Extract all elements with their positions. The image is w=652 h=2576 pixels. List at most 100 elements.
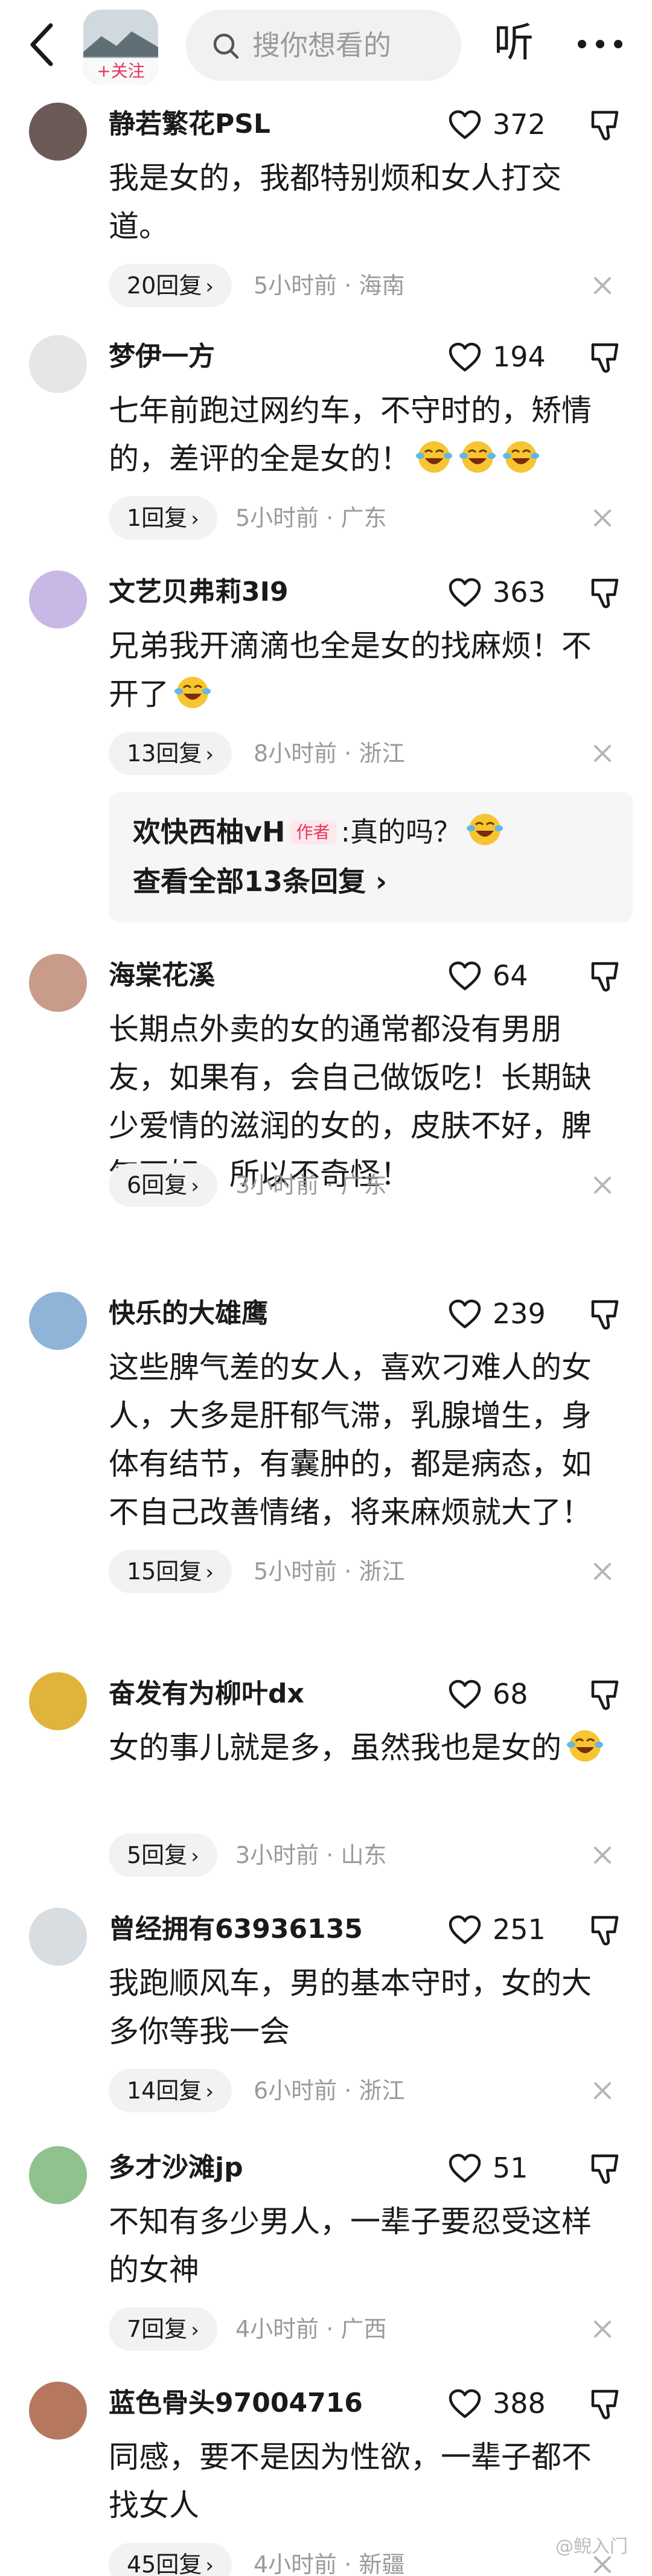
like-icon (449, 2389, 481, 2418)
chevron-right-icon: › (205, 743, 214, 767)
sub-reply-text: :真的吗？ (340, 816, 462, 848)
user-avatar[interactable] (29, 335, 87, 393)
user-avatar[interactable] (29, 1908, 87, 1966)
dislike-button[interactable] (588, 109, 622, 142)
close-icon[interactable] (592, 1844, 613, 1866)
view-all-replies-link[interactable]: 查看全部13条回复 › (133, 862, 387, 901)
close-icon[interactable] (592, 743, 613, 764)
dislike-button[interactable] (588, 577, 622, 610)
comment-meta: 5回复 › 3小时前 · 山东 (109, 1833, 640, 1877)
close-icon[interactable] (592, 1561, 613, 1582)
reply-count-button[interactable]: 45回复 › (109, 2543, 232, 2576)
like-count: 64 (493, 959, 528, 992)
username[interactable]: 多才沙滩jp (109, 2151, 243, 2185)
sub-reply-author[interactable]: 欢快西柚vH (133, 816, 285, 848)
like-count: 239 (493, 1297, 546, 1330)
dislike-button[interactable] (588, 1298, 622, 1332)
like-icon (449, 1299, 481, 1329)
username[interactable]: 文艺贝弗莉3I9 (109, 575, 289, 609)
comment-time-location: 3小时前 · 山东 (235, 1842, 387, 1868)
like-count: 363 (493, 576, 546, 609)
dislike-icon (591, 578, 619, 609)
chevron-right-icon: › (191, 2318, 199, 2342)
dislike-button[interactable] (588, 2388, 622, 2421)
like-icon (449, 110, 481, 139)
comment-text: 女的事儿就是多，虽然我也是女的 (109, 1724, 616, 1772)
like-icon (449, 2153, 481, 2183)
close-icon[interactable] (592, 1174, 613, 1196)
search-bar[interactable]: 搜你想看的 (186, 10, 461, 81)
user-avatar[interactable] (29, 954, 87, 1012)
like-button[interactable]: 68 (448, 1676, 569, 1712)
user-avatar[interactable] (29, 2146, 87, 2204)
chevron-right-icon: › (191, 1844, 199, 1868)
dislike-button[interactable] (588, 341, 622, 375)
dislike-button[interactable] (588, 2152, 622, 2186)
like-button[interactable]: 194 (448, 339, 569, 375)
like-count: 68 (493, 1678, 528, 1710)
dislike-button[interactable] (588, 1914, 622, 1948)
author-tag: 作者 (290, 820, 336, 845)
like-button[interactable]: 239 (448, 1296, 569, 1332)
reply-count-button[interactable]: 6回复 › (109, 1163, 217, 1207)
like-count: 251 (493, 1913, 546, 1946)
reply-count-button[interactable]: 1回复 › (109, 496, 217, 540)
username[interactable]: 梦伊一方 (109, 340, 215, 374)
username[interactable]: 海棠花溪 (109, 959, 215, 992)
comment-time-location: 5小时前 · 浙江 (254, 1558, 405, 1585)
close-icon[interactable] (592, 275, 613, 296)
user-avatar[interactable] (29, 1292, 87, 1350)
like-button[interactable]: 363 (448, 574, 569, 610)
close-icon[interactable] (592, 2318, 613, 2340)
dislike-icon (591, 1680, 619, 1710)
comment-meta: 6回复 › 3小时前 · 广东 (109, 1163, 640, 1207)
follow-button[interactable]: +关注 (83, 58, 158, 85)
dislike-icon (591, 2154, 619, 2184)
comment-meta: 7回复 › 4小时前 · 广西 (109, 2307, 640, 2351)
username[interactable]: 奋发有为柳叶dx (109, 1677, 304, 1711)
like-button[interactable]: 251 (448, 1911, 569, 1948)
reply-count-button[interactable]: 20回复 › (109, 264, 232, 307)
like-count: 194 (493, 340, 546, 373)
username[interactable]: 蓝色骨头97004716 (109, 2386, 363, 2420)
chevron-right-icon: › (205, 1561, 214, 1585)
user-avatar[interactable] (29, 2382, 87, 2440)
dislike-button[interactable] (588, 960, 622, 994)
more-button[interactable] (570, 23, 630, 65)
laugh-cry-emoji-icon (503, 441, 539, 473)
sub-reply-box[interactable]: 欢快西柚vH 作者:真的吗？ 查看全部13条回复 › (109, 792, 633, 922)
user-avatar[interactable] (29, 1672, 87, 1730)
like-button[interactable]: 372 (448, 106, 569, 142)
sub-reply-line: 欢快西柚vH 作者:真的吗？ (133, 810, 505, 851)
like-count: 388 (493, 2387, 546, 2420)
reply-count-button[interactable]: 14回复 › (109, 2069, 232, 2112)
close-icon[interactable] (592, 2080, 613, 2101)
comment-meta: 13回复 › 8小时前 · 浙江 (109, 732, 640, 775)
comment-text: 这些脾气差的女人，喜欢刁难人的女人，大多是肝郁气滞，乳腺增生，身体有结节，有囊肿… (109, 1350, 592, 1530)
listen-button[interactable]: 听 (494, 16, 534, 70)
chevron-right-icon: › (191, 507, 199, 531)
comment-text: 同感，要不是因为性欲，一辈子都不找女人 (109, 2440, 592, 2523)
username[interactable]: 快乐的大雄鹰 (109, 1297, 268, 1331)
comment-meta: 14回复 › 6小时前 · 浙江 (109, 2069, 640, 2112)
reply-count-button[interactable]: 13回复 › (109, 732, 232, 775)
back-button[interactable] (24, 21, 60, 69)
comment-time-location: 5小时前 · 海南 (254, 272, 405, 299)
username[interactable]: 静若繁花PSL (109, 107, 270, 141)
watermark: @鲵入门 (555, 2536, 628, 2557)
close-icon[interactable] (592, 507, 613, 529)
username[interactable]: 曾经拥有63936135 (109, 1913, 363, 1946)
user-avatar[interactable] (29, 570, 87, 628)
user-avatar[interactable] (29, 103, 87, 161)
dislike-button[interactable] (588, 1678, 622, 1712)
reply-count-button[interactable]: 15回复 › (109, 1550, 232, 1593)
chevron-right-icon: › (205, 2554, 214, 2576)
reply-count-button[interactable]: 7回复 › (109, 2307, 217, 2351)
comment-time-location: 5小时前 · 广东 (235, 505, 387, 531)
like-button[interactable]: 388 (448, 2385, 569, 2421)
comment-text: 不知有多少男人，一辈子要忍受这样的女神 (109, 2204, 592, 2287)
like-button[interactable]: 64 (448, 957, 569, 994)
chevron-right-icon: › (205, 275, 214, 299)
reply-count-button[interactable]: 5回复 › (109, 1833, 217, 1877)
like-button[interactable]: 51 (448, 2150, 569, 2186)
